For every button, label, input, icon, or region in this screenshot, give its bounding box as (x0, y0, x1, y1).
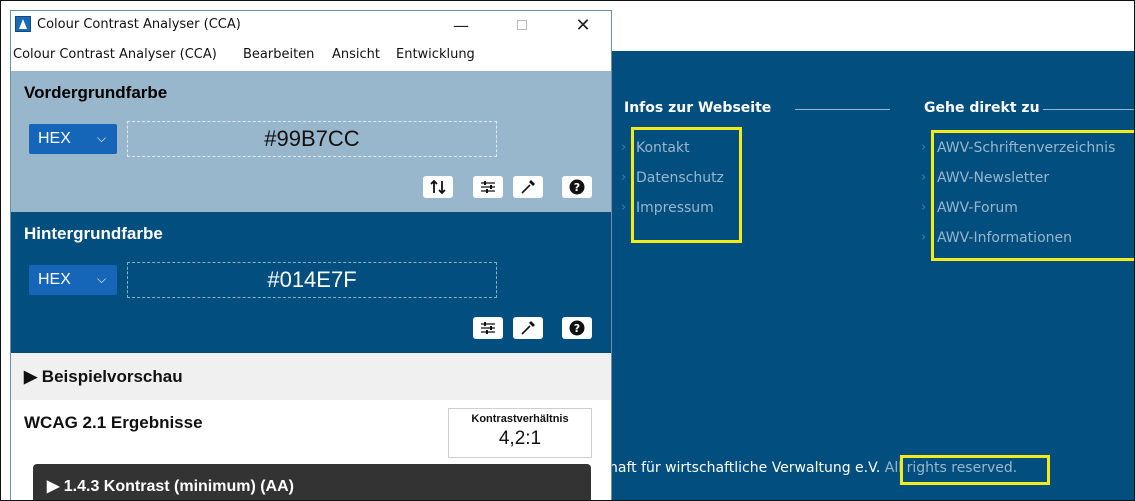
highlight-box (931, 130, 1134, 261)
chevron-down-icon: ⌵ (97, 272, 107, 286)
minimize-button[interactable]: — (438, 11, 484, 39)
eyedropper-icon (521, 321, 535, 335)
background-format-value: HEX (38, 271, 71, 288)
screen: Infos zur Webseite › Kontakt › Datenschu… (0, 0, 1135, 501)
background-sliders-button[interactable] (473, 317, 503, 339)
help-icon: ? (569, 179, 585, 195)
expand-triangle-icon: ▶ (47, 478, 64, 495)
help-icon: ? (569, 320, 585, 336)
swap-icon (430, 180, 446, 194)
foreground-title: Vordergrundfarbe (24, 83, 168, 102)
contrast-ratio-value: 4,2:1 (498, 428, 542, 449)
maximize-button[interactable] (499, 11, 545, 39)
expand-triangle-icon: ▶ (24, 367, 42, 386)
svg-text:?: ? (574, 322, 580, 335)
sliders-icon (481, 181, 495, 193)
app-icon (15, 16, 31, 32)
menu-bar: Colour Contrast Analyser (CCA) Bearbeite… (11, 39, 611, 71)
background-help-button[interactable]: ? (562, 317, 592, 339)
contrast-ratio-box: Kontrastverhältnis 4,2:1 (448, 408, 592, 458)
results-title: WCAG 2.1 Ergebnisse (24, 413, 203, 432)
column-heading-gehe-direkt: Gehe direkt zu (924, 100, 1040, 116)
highlight-box (631, 127, 742, 243)
results-section: WCAG 2.1 Ergebnisse Kontrastverhältnis 4… (11, 400, 611, 500)
close-icon: ✕ (575, 14, 591, 36)
cca-window: Colour Contrast Analyser (CCA) — ✕ Colou… (10, 10, 612, 500)
close-button[interactable]: ✕ (560, 11, 606, 39)
menu-bearbeiten[interactable]: Bearbeiten (243, 47, 314, 62)
eyedropper-icon (521, 180, 535, 194)
foreground-eyedropper-button[interactable] (513, 176, 543, 198)
website-footer-area: Infos zur Webseite › Kontakt › Datenschu… (609, 51, 1134, 500)
chevron-right-icon: › (621, 140, 627, 155)
highlight-box (900, 455, 1050, 485)
background-format-select[interactable]: HEX ⌵ (29, 265, 117, 295)
background-eyedropper-button[interactable] (513, 317, 543, 339)
sliders-icon (481, 322, 495, 334)
contrast-ratio-label: Kontrastverhältnis (471, 413, 569, 425)
window-title: Colour Contrast Analyser (CCA) (37, 17, 241, 32)
chevron-right-icon: › (621, 170, 627, 185)
chevron-right-icon: › (921, 170, 927, 185)
chevron-right-icon: › (921, 140, 927, 155)
foreground-sliders-button[interactable] (473, 176, 503, 198)
menu-entwicklung[interactable]: Entwicklung (396, 47, 475, 62)
foreground-panel: Vordergrundfarbe HEX ⌵ #99B7CC ? (11, 71, 611, 212)
criterion-label: ▶ 1.4.3 Kontrast (minimum) (AA) (47, 476, 294, 496)
background-hex-input[interactable]: #014E7F (127, 262, 497, 298)
foreground-format-value: HEX (38, 130, 71, 147)
maximize-icon (517, 20, 527, 30)
criterion-1-4-3-toggle[interactable]: ▶ 1.4.3 Kontrast (minimum) (AA) (33, 464, 591, 500)
website-header (611, 1, 1134, 51)
foreground-format-select[interactable]: HEX ⌵ (29, 124, 117, 154)
swap-colors-button[interactable] (423, 176, 453, 198)
column-heading-infos: Infos zur Webseite (624, 100, 772, 116)
menu-ansicht[interactable]: Ansicht (332, 47, 380, 62)
footer-organisation: haft für wirtschaftliche Verwaltung e.V. (609, 460, 881, 476)
foreground-help-button[interactable]: ? (562, 176, 592, 198)
svg-text:?: ? (574, 181, 580, 194)
background-title: Hintergrundfarbe (24, 224, 163, 243)
title-bar[interactable]: Colour Contrast Analyser (CCA) — ✕ (11, 11, 611, 39)
chevron-down-icon: ⌵ (97, 131, 107, 145)
foreground-hex-input[interactable]: #99B7CC (127, 121, 497, 157)
column-divider (795, 109, 890, 110)
chevron-right-icon: › (621, 200, 627, 215)
preview-label-text: Beispielvorschau (41, 367, 183, 386)
column-divider (1043, 109, 1134, 110)
chevron-right-icon: › (921, 200, 927, 215)
preview-toggle[interactable]: ▶ Beispielvorschau (11, 353, 611, 400)
preview-label: ▶ Beispielvorschau (24, 367, 183, 387)
criterion-label-text: 1.4.3 Kontrast (minimum) (AA) (63, 478, 294, 495)
background-panel: Hintergrundfarbe HEX ⌵ #014E7F ? (11, 212, 611, 353)
menu-app[interactable]: Colour Contrast Analyser (CCA) (13, 47, 217, 62)
minimize-icon: — (453, 15, 469, 35)
chevron-right-icon: › (921, 230, 927, 245)
